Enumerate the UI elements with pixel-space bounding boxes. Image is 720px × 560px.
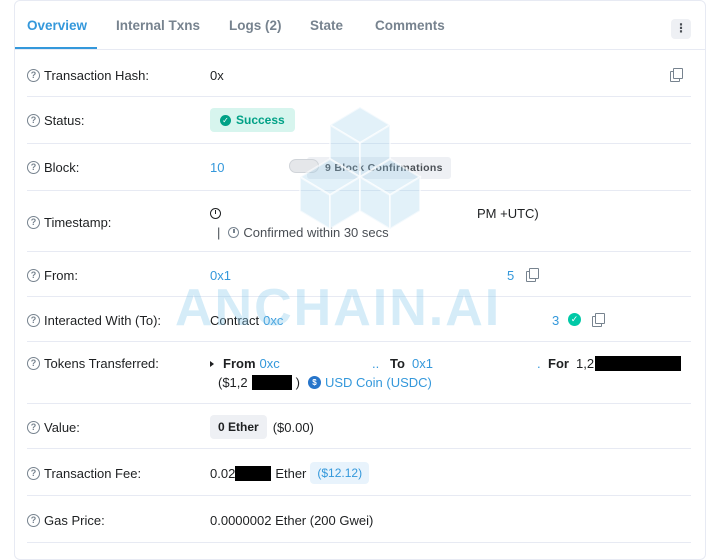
blurred-toggle [289,159,319,173]
copy-icon[interactable] [526,268,539,282]
help-icon[interactable]: ? [27,161,40,174]
token-usd-value: ($1,2 [218,375,248,390]
block-number-link[interactable]: 10 [210,160,224,175]
transaction-details-card: Overview Internal Txns Logs (2) State Co… [14,0,706,560]
verified-check-icon: ✓ [568,313,581,326]
row-transaction-hash: ? Transaction Hash: 0x [27,51,691,97]
redacted-fee [235,465,272,481]
tab-internal-txns[interactable]: Internal Txns [116,18,200,33]
row-block: ? Block: 10 9 Block Confirmations [27,145,691,191]
from-label: From: [44,268,78,283]
from-address-end[interactable]: 5 [507,268,514,283]
value-label: Value: [44,420,80,435]
from-address-link[interactable]: 0x1 [210,268,231,283]
token-from-address[interactable]: 0xc [260,356,280,371]
copy-icon[interactable] [592,313,605,327]
gas-price-value: 0.0000002 Ether (200 Gwei) [210,513,374,528]
interacted-with-label: Interacted With (To): [44,313,162,328]
tokens-transferred-label: Tokens Transferred: [44,356,159,371]
block-confirmations-badge: 9 Block Confirmations [307,157,451,179]
stopwatch-icon [228,227,240,238]
redacted-usd [251,375,292,390]
token-to-address[interactable]: 0x1 [412,356,433,371]
help-icon[interactable]: ? [27,69,40,82]
row-interacted-with: ? Interacted With (To): Contract 0xc 3 ✓ [27,298,691,342]
clock-icon [210,208,221,219]
row-tokens-transferred: ? Tokens Transferred: From 0xc .. To 0x1… [27,343,691,404]
contract-address-link[interactable]: 0xc [263,313,283,328]
tab-bar: Overview Internal Txns Logs (2) State Co… [15,1,705,50]
timestamp-label: Timestamp: [44,215,112,230]
value-amount-badge: 0 Ether [210,415,267,439]
active-tab-indicator [15,47,97,49]
token-to-ellipsis: . [537,356,541,371]
token-from-ellipsis: .. [372,356,380,371]
help-icon[interactable]: ? [27,467,40,480]
help-icon[interactable]: ? [27,421,40,434]
help-icon[interactable]: ? [27,314,40,327]
tab-overview[interactable]: Overview [27,18,87,33]
row-status: ? Status: ✓ Success [27,98,691,144]
help-icon[interactable]: ? [27,514,40,527]
row-transaction-fee: ? Transaction Fee: 0.02 Ether ($12.12) [27,450,691,496]
token-name-link[interactable]: USD Coin (USDC) [325,375,432,390]
help-icon[interactable]: ? [27,269,40,282]
redacted-amount [595,356,681,371]
transaction-fee-label: Transaction Fee: [44,466,142,481]
transaction-hash-value: 0x [210,68,224,83]
transaction-fee-value: 0.02 [210,465,236,481]
contract-prefix: Contract [210,313,260,328]
transaction-fee-usd: ($12.12) [310,462,370,484]
confirmed-within: Confirmed within 30 secs [243,225,389,240]
tab-logs[interactable]: Logs (2) [229,18,282,33]
contract-address-end[interactable]: 3 [552,313,559,328]
token-for-label: For [548,356,569,371]
tab-state[interactable]: State [310,18,343,33]
block-label: Block: [44,160,80,175]
row-from: ? From: 0x1 5 [27,253,691,297]
row-gas-price: ? Gas Price: 0.0000002 Ether (200 Gwei) [27,497,691,543]
help-icon[interactable]: ? [27,357,40,370]
tab-comments[interactable]: Comments [375,18,445,33]
separator: | [217,225,221,240]
check-circle-icon: ✓ [220,114,231,126]
transaction-hash-label: Transaction Hash: [44,68,150,83]
status-badge: ✓ Success [210,108,295,132]
token-usd-close: ) [295,375,300,390]
copy-icon[interactable] [670,68,683,82]
help-icon[interactable]: ? [27,114,40,127]
more-options-button[interactable]: ⋮ [671,19,691,39]
help-icon[interactable]: ? [27,216,40,229]
token-amount: 1,2 [576,356,595,371]
timestamp-value: PM +UTC) [477,206,539,221]
value-usd: ($0.00) [272,419,314,435]
row-value: ? Value: 0 Ether ($0.00) [27,405,691,449]
gas-price-label: Gas Price: [44,513,105,528]
transaction-fee-unit: Ether [275,465,307,481]
status-label: Status: [44,113,85,128]
status-value: Success [236,113,285,127]
token-from-label: From [223,356,256,371]
row-timestamp: ? Timestamp: PM +UTC) | Confirmed within… [27,192,691,252]
caret-right-icon [210,360,214,367]
token-to-label: To [390,356,405,371]
usdc-token-icon: $ [307,376,321,389]
